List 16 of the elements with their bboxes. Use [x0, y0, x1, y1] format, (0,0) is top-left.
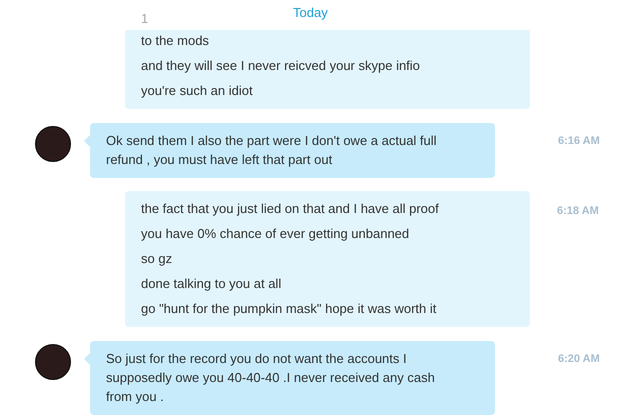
timestamp: 6:18 AM — [557, 205, 599, 217]
message-line: you have 0% chance of ever getting unbanned — [141, 225, 410, 243]
message-line: the fact that you just lied on that and I have all proof — [141, 200, 440, 218]
message-line: and they will see I never reicved your skype infio — [141, 57, 421, 75]
message-line: to the mods — [141, 32, 210, 50]
message-line: you're such an idiot — [141, 82, 254, 100]
message-text: Ok send them I also the part were I don't owe a actual full refund , you must have left that part out — [106, 132, 438, 169]
message-line: so gz — [141, 250, 174, 268]
timestamp: 6:16 AM — [558, 135, 600, 147]
timestamp: 6:20 AM — [558, 353, 600, 365]
avatar-placeholder — [35, 344, 71, 380]
message-line: 1 — [141, 10, 148, 28]
avatar-placeholder — [35, 126, 71, 162]
message-line: done talking to you at all — [141, 275, 282, 293]
message-text: So just for the record you do not want the accounts I supposedly owe you 40-40-40 .I never received any cash from you . — [106, 350, 436, 406]
message-line: go "hunt for the pumpkin mask" hope it was worth it — [141, 300, 438, 318]
